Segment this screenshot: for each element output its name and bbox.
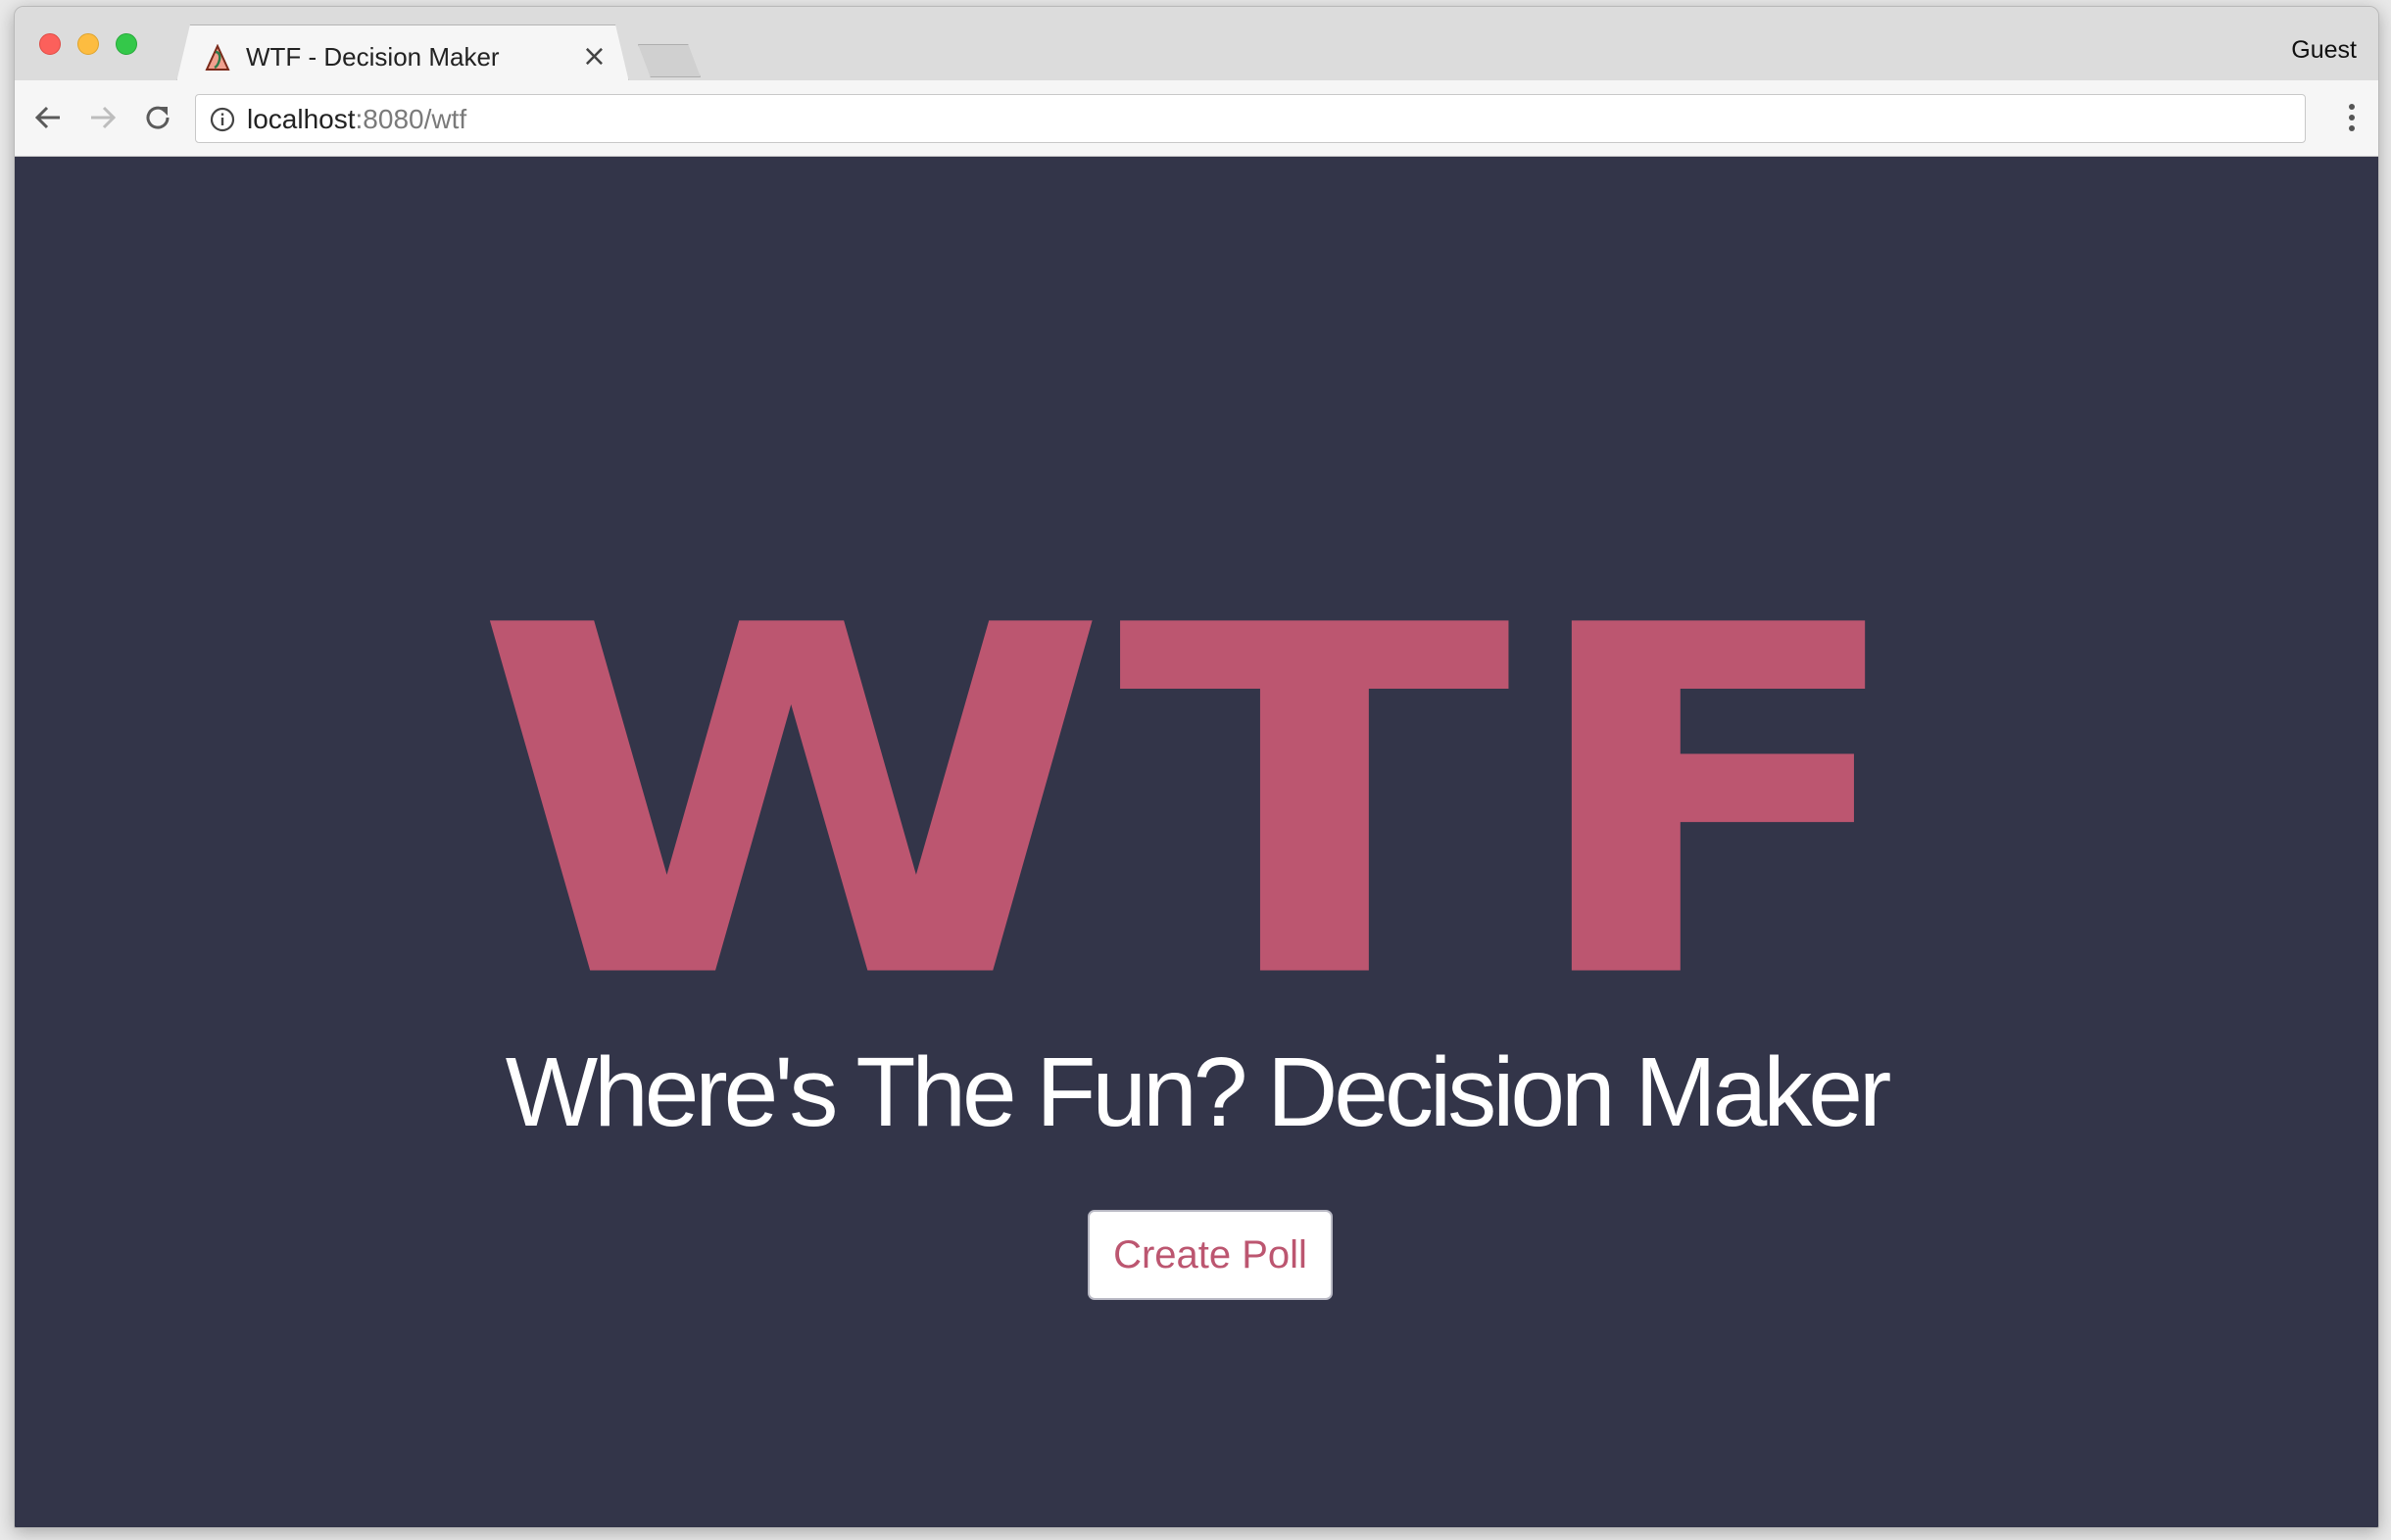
minimize-window-button[interactable] [77, 33, 99, 55]
forward-arrow-icon [91, 106, 117, 129]
hero-logo-text: WTF [472, 524, 1921, 1084]
back-button[interactable] [28, 98, 68, 137]
browser-tab-active[interactable]: WTF - Decision Maker × [176, 24, 629, 82]
profile-button[interactable]: Guest [2291, 36, 2357, 65]
forward-button[interactable] [83, 98, 122, 137]
tab-title: WTF - Decision Maker [246, 42, 500, 72]
maximize-window-button[interactable] [116, 33, 137, 55]
reload-icon [146, 106, 170, 129]
create-poll-button[interactable]: Create Poll [1088, 1210, 1333, 1300]
tab-close-icon[interactable]: × [582, 39, 607, 73]
address-bar[interactable]: localhost:8080/wtf [195, 94, 2306, 143]
browser-toolbar: localhost:8080/wtf [15, 80, 2378, 157]
browser-window: WTF - Decision Maker × Guest localhost:8… [14, 6, 2379, 1528]
back-arrow-icon [34, 106, 60, 129]
hero-subtitle: Where's The Fun? Decision Maker [505, 1037, 1892, 1147]
url-path: :8080/wtf [355, 104, 467, 134]
new-tab-button[interactable] [638, 44, 701, 77]
info-icon[interactable] [210, 107, 235, 132]
close-window-button[interactable] [39, 33, 61, 55]
browser-menu-icon[interactable] [2349, 104, 2355, 131]
reload-button[interactable] [138, 98, 177, 137]
url-host: localhost [247, 104, 356, 134]
window-controls [39, 33, 137, 55]
page-content: WTF Where's The Fun? Decision Maker Crea… [15, 157, 2378, 1527]
tab-strip: WTF - Decision Maker × Guest [15, 7, 2378, 80]
url-text[interactable]: localhost:8080/wtf [247, 104, 466, 135]
favicon-icon [205, 44, 230, 72]
